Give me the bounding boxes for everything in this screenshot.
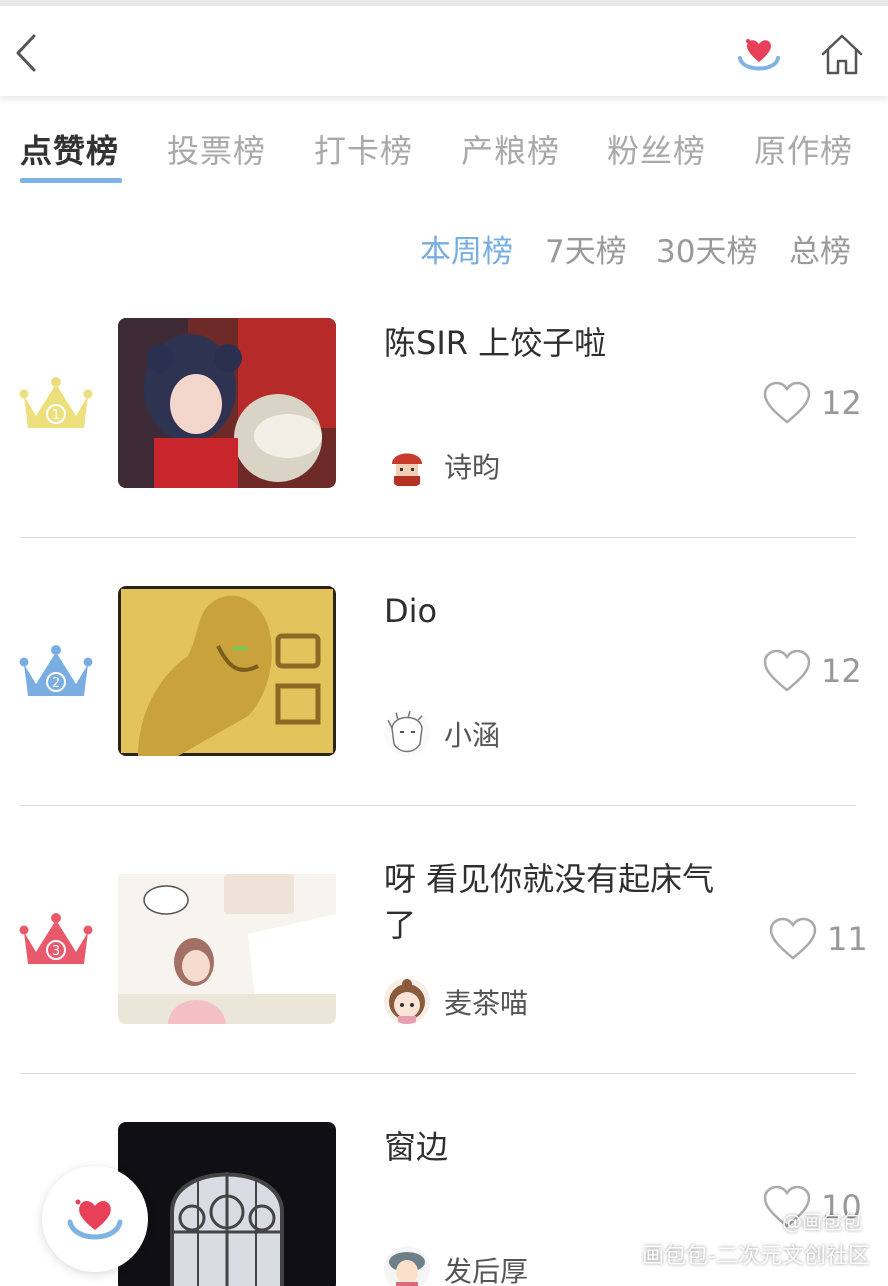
tab-production[interactable]: 产粮榜 bbox=[461, 126, 560, 172]
gold-crown-icon: 1 bbox=[19, 377, 93, 428]
period-7-days[interactable]: 7天榜 bbox=[545, 226, 627, 271]
heart-icon[interactable] bbox=[762, 380, 812, 426]
author-avatar[interactable] bbox=[384, 710, 430, 756]
heart-icon[interactable] bbox=[762, 648, 812, 694]
ranking-row[interactable]: 1 陈SIR 上饺子啦 诗昀 12 bbox=[0, 270, 888, 538]
period-30-days[interactable]: 30天榜 bbox=[656, 226, 757, 271]
heart-icon[interactable] bbox=[768, 916, 818, 962]
red-crown-icon: 3 bbox=[19, 913, 93, 964]
artwork-thumbnail[interactable] bbox=[118, 586, 336, 756]
like-count: 12 bbox=[821, 652, 862, 690]
tab-original[interactable]: 原作榜 bbox=[754, 126, 853, 172]
artwork-title[interactable]: 窗边 bbox=[384, 1124, 744, 1170]
watermark-site: 画包包-二次元文创社区 bbox=[642, 1244, 870, 1269]
author-name[interactable]: 诗昀 bbox=[444, 446, 500, 486]
tab-votes[interactable]: 投票榜 bbox=[167, 126, 266, 172]
period-this-week[interactable]: 本周榜 bbox=[420, 226, 513, 271]
artwork-title[interactable]: Dio bbox=[384, 588, 744, 634]
huabaobao-logo-icon bbox=[67, 1199, 123, 1240]
home-icon[interactable] bbox=[818, 30, 866, 78]
watermark-handle: @画包包 bbox=[782, 1210, 862, 1234]
author-name[interactable]: 小涵 bbox=[444, 714, 500, 754]
author-avatar[interactable] bbox=[384, 442, 430, 488]
active-tab-indicator bbox=[20, 178, 122, 183]
svg-text:1: 1 bbox=[52, 408, 60, 423]
tab-fans[interactable]: 粉丝榜 bbox=[607, 126, 706, 172]
ranking-row[interactable]: 3 呀 看见你就没有起床气了 麦茶喵 11 bbox=[0, 806, 888, 1074]
floating-logo-button[interactable] bbox=[42, 1166, 148, 1272]
artwork-title[interactable]: 陈SIR 上饺子啦 bbox=[384, 320, 744, 366]
ranking-type-tabs: 点赞榜 投票榜 打卡榜 产粮榜 粉丝榜 原作榜 bbox=[0, 118, 888, 188]
author-name[interactable]: 发后厚 bbox=[444, 1250, 528, 1286]
artwork-thumbnail[interactable] bbox=[118, 1122, 336, 1286]
svg-text:2: 2 bbox=[52, 676, 60, 691]
tab-checkin[interactable]: 打卡榜 bbox=[314, 126, 413, 172]
period-all-time[interactable]: 总榜 bbox=[789, 226, 851, 271]
author-avatar[interactable] bbox=[384, 1246, 430, 1286]
like-count: 11 bbox=[827, 920, 868, 958]
artwork-title[interactable]: 呀 看见你就没有起床气了 bbox=[384, 856, 744, 948]
artwork-thumbnail[interactable] bbox=[118, 318, 336, 488]
like-count: 12 bbox=[821, 384, 862, 422]
blue-crown-icon: 2 bbox=[19, 645, 93, 696]
artwork-thumbnail[interactable] bbox=[118, 854, 336, 1024]
ranking-row[interactable]: 2 Dio 小涵 12 bbox=[0, 538, 888, 806]
svg-text:3: 3 bbox=[52, 944, 60, 959]
top-navigation-bar bbox=[0, 0, 888, 96]
huabaobao-logo-icon[interactable] bbox=[736, 32, 782, 80]
author-name[interactable]: 麦茶喵 bbox=[444, 982, 528, 1022]
tab-likes[interactable]: 点赞榜 bbox=[20, 126, 119, 172]
author-avatar[interactable] bbox=[384, 978, 430, 1024]
chevron-left-icon[interactable] bbox=[10, 30, 46, 76]
